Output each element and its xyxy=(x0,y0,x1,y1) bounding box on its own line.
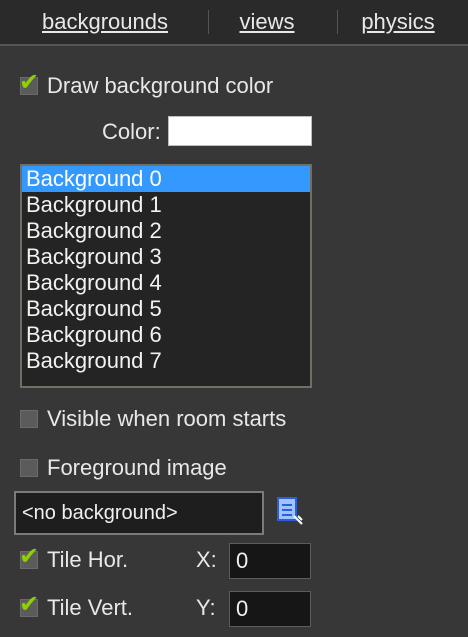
tile-hor-checkbox[interactable]: Tile Hor. xyxy=(19,542,129,573)
tab-backgrounds[interactable]: backgrounds xyxy=(20,0,190,44)
tile-vert-label: Tile Vert. xyxy=(47,595,133,620)
background-list[interactable]: Background 0 Background 1 Background 2 Back… xyxy=(20,164,312,388)
list-item[interactable]: Background 6 xyxy=(22,322,310,348)
visible-when-room-starts-label: Visible when room starts xyxy=(47,406,287,431)
list-item[interactable]: Background 2 xyxy=(22,218,310,244)
list-item[interactable]: Background 0 xyxy=(22,166,310,192)
checkmark-icon[interactable] xyxy=(19,590,39,618)
list-item[interactable]: Background 4 xyxy=(22,270,310,296)
checkmark-icon[interactable] xyxy=(19,542,39,570)
list-item[interactable]: Background 1 xyxy=(22,192,310,218)
list-item[interactable]: Background 7 xyxy=(22,348,310,374)
y-label: Y: xyxy=(196,595,216,620)
x-label: X: xyxy=(196,547,217,572)
x-input[interactable]: 0 xyxy=(229,543,311,579)
tab-underline xyxy=(0,44,468,46)
tab-divider xyxy=(208,10,209,34)
draw-background-color-label: Draw background color xyxy=(47,73,274,98)
color-swatch[interactable] xyxy=(168,116,312,146)
background-select[interactable]: <no background> xyxy=(14,491,264,535)
draw-background-color-checkbox[interactable]: Draw background color xyxy=(19,68,274,99)
foreground-image-checkbox[interactable]: Foreground image xyxy=(20,455,227,481)
checkbox-icon[interactable] xyxy=(20,410,38,428)
visible-when-room-starts-checkbox[interactable]: Visible when room starts xyxy=(20,406,286,432)
tile-hor-label: Tile Hor. xyxy=(47,547,129,572)
tab-bar: backgrounds views physics xyxy=(0,0,468,44)
tab-views[interactable]: views xyxy=(212,0,322,44)
list-item[interactable]: Background 5 xyxy=(22,296,310,322)
tile-vert-checkbox[interactable]: Tile Vert. xyxy=(19,590,133,621)
foreground-image-label: Foreground image xyxy=(47,455,227,480)
select-background-button[interactable] xyxy=(277,496,303,526)
checkbox-icon[interactable] xyxy=(20,459,38,477)
background-menu-icon xyxy=(277,497,303,525)
color-label: Color: xyxy=(102,119,161,144)
list-item[interactable]: Background 3 xyxy=(22,244,310,270)
y-input[interactable]: 0 xyxy=(229,591,311,627)
checkmark-icon[interactable] xyxy=(19,68,39,96)
tab-divider xyxy=(337,10,338,34)
tab-physics[interactable]: physics xyxy=(343,0,453,44)
